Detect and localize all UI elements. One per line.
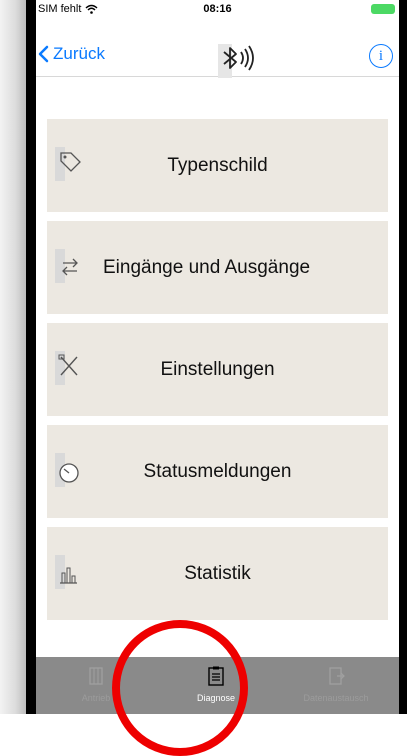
status-bar: SIM fehlt 08:16: [36, 0, 399, 18]
back-button[interactable]: Zurück: [38, 44, 105, 64]
data-exchange-icon: [329, 667, 345, 685]
bar-chart-icon: [55, 555, 77, 589]
clipboard-icon: [208, 666, 224, 686]
tag-icon: [55, 147, 81, 181]
tab-bar: Antrieb Diagnose Datenaustausch: [36, 657, 399, 714]
left-edge-shadow: [0, 0, 26, 714]
tools-icon: [55, 351, 78, 385]
tab-diagnose[interactable]: Diagnose: [156, 657, 276, 714]
drive-icon: [89, 667, 103, 685]
tab-datenaustausch[interactable]: Datenaustausch: [276, 657, 396, 714]
menu-item-statistik[interactable]: Statistik: [47, 527, 388, 620]
bluetooth-connection-icon: [218, 44, 254, 78]
menu-item-typenschild[interactable]: Typenschild: [47, 119, 388, 212]
menu-item-label: Einstellungen: [160, 358, 275, 380]
menu-item-label: Statistik: [184, 562, 251, 584]
menu-item-einstellungen[interactable]: Einstellungen: [47, 323, 388, 416]
info-button[interactable]: i: [369, 44, 393, 68]
navigation-bar: Zurück i: [36, 18, 399, 78]
back-label: Zurück: [53, 44, 105, 63]
menu-item-statusmeldungen[interactable]: Statusmeldungen: [47, 425, 388, 518]
clock: 08:16: [203, 3, 232, 15]
phone-bezel-right: [399, 0, 407, 714]
menu-item-label: Eingänge und Ausgänge: [103, 256, 311, 278]
menu-item-label: Statusmeldungen: [143, 460, 292, 482]
tab-label: Antrieb: [81, 693, 111, 703]
menu-item-label: Typenschild: [167, 154, 268, 176]
app-screen: SIM fehlt 08:16 Zurück i Typenschild Ein…: [36, 0, 399, 714]
gauge-icon: [55, 453, 79, 487]
diagnose-menu: Typenschild Eingänge und Ausgänge Einste…: [47, 119, 388, 629]
arrows-icon: [55, 249, 78, 283]
phone-bezel-left: [26, 0, 36, 714]
tab-label: Diagnose: [196, 693, 236, 703]
menu-item-eingaenge-ausgaenge[interactable]: Eingänge und Ausgänge: [47, 221, 388, 314]
chevron-left-icon: [38, 45, 49, 63]
tab-label: Datenaustausch: [303, 693, 369, 703]
battery-icon: [371, 4, 395, 14]
tab-antrieb[interactable]: Antrieb: [36, 657, 156, 714]
